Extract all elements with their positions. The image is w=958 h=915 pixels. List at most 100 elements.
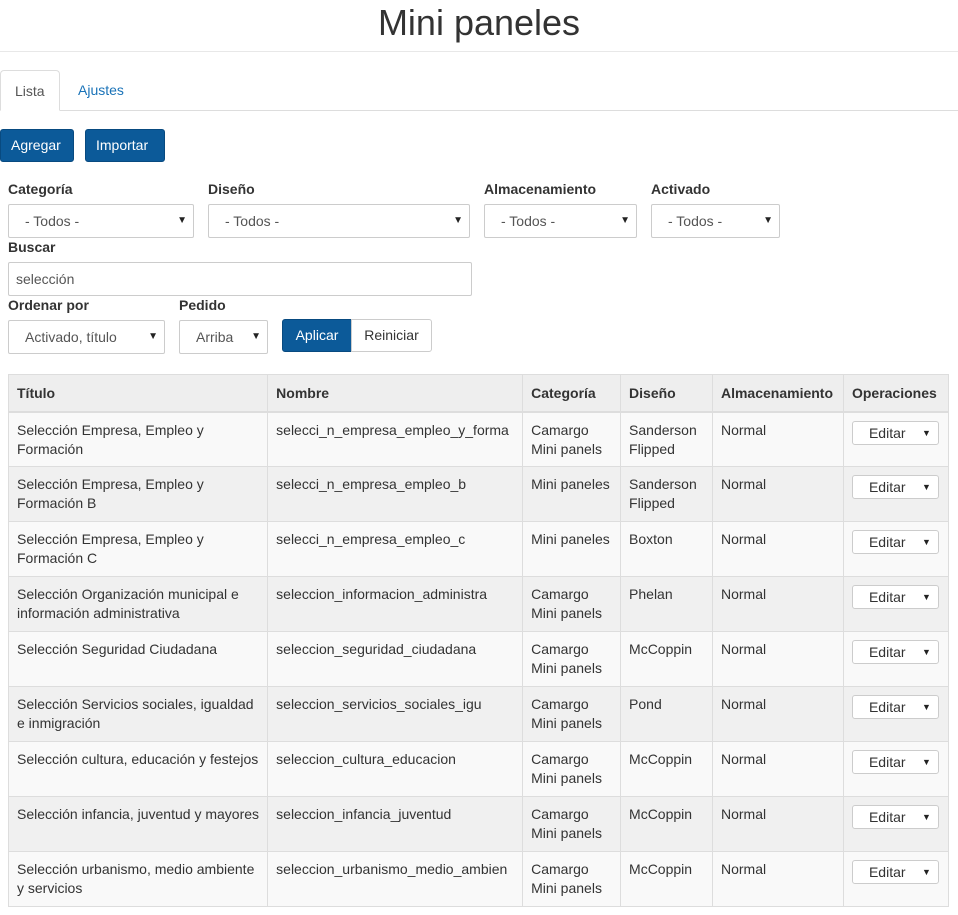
row-name: selecci_n_empresa_empleo_b <box>267 466 524 522</box>
row-storage: Normal <box>711 741 844 797</box>
edit-button[interactable]: Editar ▼ <box>851 585 939 609</box>
table-row: Selección infancia, juventud y mayores s… <box>7 796 950 852</box>
row-storage: Normal <box>711 521 844 577</box>
row-title: Selección Empresa, Empleo y Formación C <box>7 521 269 577</box>
edit-button-label: Editar <box>868 644 906 660</box>
tab-lista[interactable]: Lista <box>0 70 60 111</box>
row-operations: Editar ▼ <box>842 411 950 467</box>
activado-select[interactable]: - Todos - ▼ <box>651 204 780 238</box>
column-header-diseno[interactable]: Diseño <box>620 374 713 413</box>
row-name: seleccion_cultura_educacion <box>267 741 524 797</box>
row-title: Selección cultura, educación y festejos <box>7 741 269 797</box>
chevron-down-icon: ▼ <box>763 215 773 226</box>
tab-bar: Lista Ajustes <box>0 70 958 111</box>
row-design: McCoppin <box>620 851 713 907</box>
column-header-titulo[interactable]: Título <box>7 374 269 413</box>
column-header-categoria[interactable]: Categoría <box>522 374 622 413</box>
row-storage: Normal <box>711 466 844 522</box>
row-design: Phelan <box>620 576 713 632</box>
caret-down-icon[interactable]: ▼ <box>922 476 931 498</box>
activado-select-value: - Todos - <box>668 213 723 229</box>
caret-down-icon[interactable]: ▼ <box>922 531 931 553</box>
row-storage: Normal <box>711 576 844 632</box>
row-category: Camargo Mini panels <box>522 741 622 797</box>
edit-button[interactable]: Editar ▼ <box>851 860 939 884</box>
row-operations: Editar ▼ <box>842 851 950 907</box>
ordenar-select-value: Activado, título <box>25 329 117 345</box>
row-title: Selección Empresa, Empleo y Formación B <box>7 466 269 522</box>
edit-button[interactable]: Editar ▼ <box>851 695 939 719</box>
row-title: Selección Empresa, Empleo y Formación <box>7 411 269 467</box>
edit-button-label: Editar <box>868 864 906 880</box>
edit-button[interactable]: Editar ▼ <box>851 420 939 445</box>
chevron-down-icon: ▼ <box>620 215 630 226</box>
row-operations: Editar ▼ <box>842 796 950 852</box>
row-operations: Editar ▼ <box>842 576 950 632</box>
column-header-almacenamiento[interactable]: Almacenamiento <box>711 374 844 413</box>
table-row: Selección cultura, educación y festejos … <box>7 741 950 797</box>
diseno-label: Diseño <box>208 181 255 197</box>
almacenamiento-select-value: - Todos - <box>501 213 556 229</box>
categoria-label: Categoría <box>8 181 73 197</box>
almacenamiento-select[interactable]: - Todos - ▼ <box>484 204 637 238</box>
row-design: McCoppin <box>620 796 713 852</box>
column-header-nombre[interactable]: Nombre <box>267 374 524 413</box>
column-header-operaciones: Operaciones <box>842 374 950 413</box>
table-row: Selección Empresa, Empleo y Formación B … <box>7 466 950 522</box>
edit-button-label: Editar <box>868 534 906 550</box>
chevron-down-icon: ▼ <box>148 331 158 342</box>
row-design: McCoppin <box>620 741 713 797</box>
edit-button[interactable]: Editar ▼ <box>851 475 939 499</box>
edit-button[interactable]: Editar ▼ <box>851 805 939 829</box>
row-operations: Editar ▼ <box>842 686 950 742</box>
chevron-down-icon: ▼ <box>453 215 463 226</box>
row-title: Selección Seguridad Ciudadana <box>7 631 269 687</box>
edit-button-label: Editar <box>868 754 906 770</box>
edit-button[interactable]: Editar ▼ <box>851 530 939 554</box>
row-operations: Editar ▼ <box>842 741 950 797</box>
caret-down-icon[interactable]: ▼ <box>922 641 931 663</box>
table-row: Selección Seguridad Ciudadana seleccion_… <box>7 631 950 687</box>
caret-down-icon[interactable]: ▼ <box>922 422 931 444</box>
caret-down-icon[interactable]: ▼ <box>922 696 931 718</box>
caret-down-icon[interactable]: ▼ <box>922 751 931 773</box>
row-category: Camargo Mini panels <box>522 411 622 467</box>
row-storage: Normal <box>711 686 844 742</box>
row-category: Camargo Mini panels <box>522 576 622 632</box>
pedido-select-value: Arriba <box>196 329 234 345</box>
table-row: Selección Empresa, Empleo y Formación C … <box>7 521 950 577</box>
caret-down-icon[interactable]: ▼ <box>922 586 931 608</box>
pedido-label: Pedido <box>179 297 226 313</box>
categoria-select[interactable]: - Todos - ▼ <box>8 204 194 238</box>
page-title: Mini paneles <box>0 0 958 52</box>
edit-button[interactable]: Editar ▼ <box>851 640 939 664</box>
reset-button[interactable]: Reiniciar <box>351 319 432 352</box>
tab-ajustes[interactable]: Ajustes <box>64 70 138 111</box>
edit-button-label: Editar <box>868 424 906 441</box>
row-category: Camargo Mini panels <box>522 796 622 852</box>
edit-button[interactable]: Editar ▼ <box>851 750 939 774</box>
caret-down-icon[interactable]: ▼ <box>922 806 931 828</box>
row-title: Selección urbanismo, medio ambiente y se… <box>7 851 269 907</box>
row-design: McCoppin <box>620 631 713 687</box>
chevron-down-icon: ▼ <box>251 331 261 342</box>
chevron-down-icon: ▼ <box>177 215 187 226</box>
row-title: Selección infancia, juventud y mayores <box>7 796 269 852</box>
add-button[interactable]: Agregar <box>0 129 74 162</box>
almacenamiento-label: Almacenamiento <box>484 181 597 197</box>
row-design: Boxton <box>620 521 713 577</box>
import-button[interactable]: Importar <box>85 129 165 162</box>
row-design: Pond <box>620 686 713 742</box>
ordenar-select[interactable]: Activado, título ▼ <box>8 320 165 354</box>
categoria-select-value: - Todos - <box>25 213 80 229</box>
apply-button[interactable]: Aplicar <box>282 319 352 352</box>
row-name: seleccion_urbanismo_medio_ambien <box>267 851 524 907</box>
diseno-select[interactable]: - Todos - ▼ <box>208 204 470 238</box>
row-category: Mini paneles <box>522 466 622 522</box>
pedido-select[interactable]: Arriba ▼ <box>179 320 268 354</box>
row-name: selecci_n_empresa_empleo_y_forma <box>267 411 524 467</box>
caret-down-icon[interactable]: ▼ <box>922 861 931 883</box>
row-design: Sanderson Flipped <box>620 466 713 522</box>
search-input[interactable]: selección <box>8 262 472 296</box>
table-row: Selección Empresa, Empleo y Formación se… <box>7 411 950 467</box>
